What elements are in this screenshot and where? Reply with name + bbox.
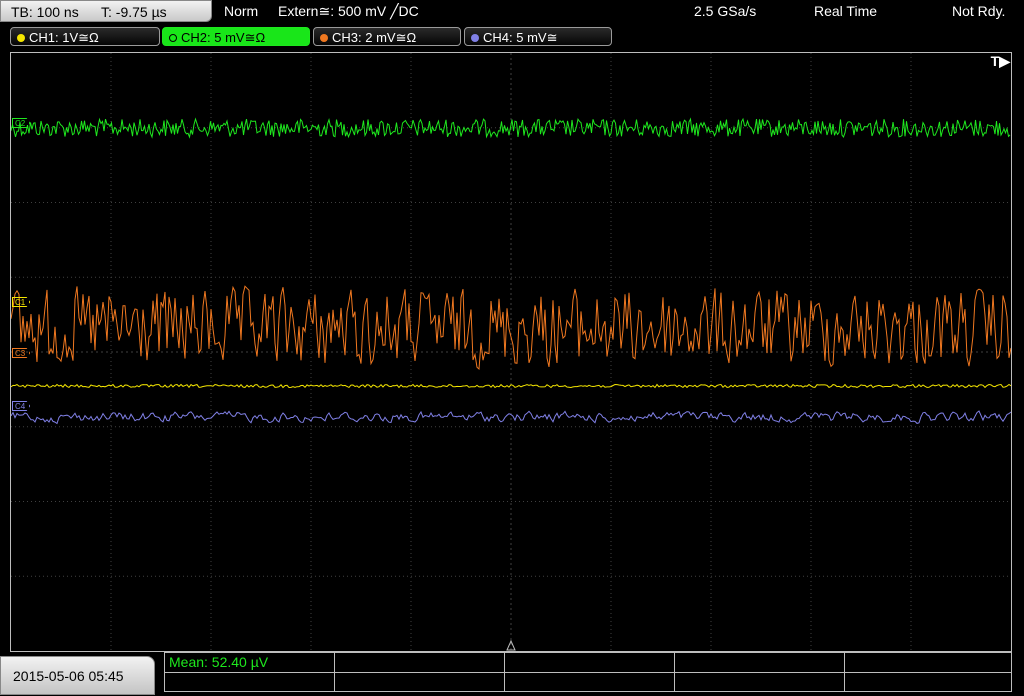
ch4-trace <box>11 410 1011 425</box>
ch2-level-label[interactable]: C2 <box>12 118 31 128</box>
trigger-source[interactable]: Extern≅: 500 mV ╱DC <box>278 3 419 20</box>
measurement-cell <box>845 653 1011 673</box>
ch4-dot-icon <box>471 33 479 42</box>
acquisition-status: Not Rdy. <box>952 3 1006 19</box>
trigger-mode[interactable]: Norm <box>224 3 258 19</box>
tab-ch2[interactable]: CH2: 5 mV≅Ω <box>162 27 310 46</box>
tab-ch2-label: CH2: 5 mV≅Ω <box>181 30 266 45</box>
tab-ch1-label: CH1: 1V≅Ω <box>29 30 99 45</box>
measurement-cell <box>675 653 845 673</box>
measurement-cell: Mean: 52.40 µV <box>165 653 335 673</box>
waveform-display[interactable] <box>10 52 1012 652</box>
mean-measurement: Mean: 52.40 µV <box>169 654 269 670</box>
tab-ch4-label: CH4: 5 mV≅ <box>483 30 558 45</box>
ch1-dot-icon <box>17 33 25 42</box>
ch1-trace <box>11 383 1011 389</box>
acquisition-mode: Real Time <box>814 3 878 19</box>
tab-ch4[interactable]: CH4: 5 mV≅ <box>464 27 612 46</box>
measurement-cell <box>505 673 675 692</box>
measurement-cell <box>165 673 335 692</box>
measurement-cell <box>845 673 1011 692</box>
tab-ch1[interactable]: CH1: 1V≅Ω <box>10 27 160 46</box>
timebase-box[interactable]: TB: 100 ns T: -9.75 µs <box>0 0 212 22</box>
ch2-dot-icon <box>169 33 177 42</box>
tab-ch3-label: CH3: 2 mV≅Ω <box>332 30 417 45</box>
measurement-panel[interactable]: Mean: 52.40 µV <box>164 652 1012 692</box>
ch3-level-label[interactable]: C3 <box>12 348 31 358</box>
measurement-cell <box>335 673 505 692</box>
tab-ch3[interactable]: CH3: 2 mV≅Ω <box>313 27 461 46</box>
ch3-dot-icon <box>320 33 328 42</box>
trigger-time-value: T: -9.75 µs <box>101 4 167 20</box>
measurement-cell <box>675 673 845 692</box>
waveform-canvas <box>11 53 1011 651</box>
ch1-level-label[interactable]: C1 <box>12 297 31 307</box>
sample-rate: 2.5 GSa/s <box>694 3 757 19</box>
measurement-cell <box>505 653 675 673</box>
trigger-position-marker: T▶ <box>990 53 1010 69</box>
status-bar: TB: 100 ns T: -9.75 µs Norm Extern≅: 500… <box>0 0 1024 24</box>
timebase-value: TB: 100 ns <box>11 4 79 20</box>
measurement-cell <box>335 653 505 673</box>
channel-tabs: CH1: 1V≅Ω CH2: 5 mV≅Ω CH3: 2 mV≅Ω CH4: 5… <box>0 26 1024 48</box>
ch4-level-label[interactable]: C4 <box>12 401 31 411</box>
date-time: 2015-05-06 05:45 <box>0 656 155 695</box>
footer: 2015-05-06 05:45 Mean: 52.40 µV <box>0 652 1024 695</box>
